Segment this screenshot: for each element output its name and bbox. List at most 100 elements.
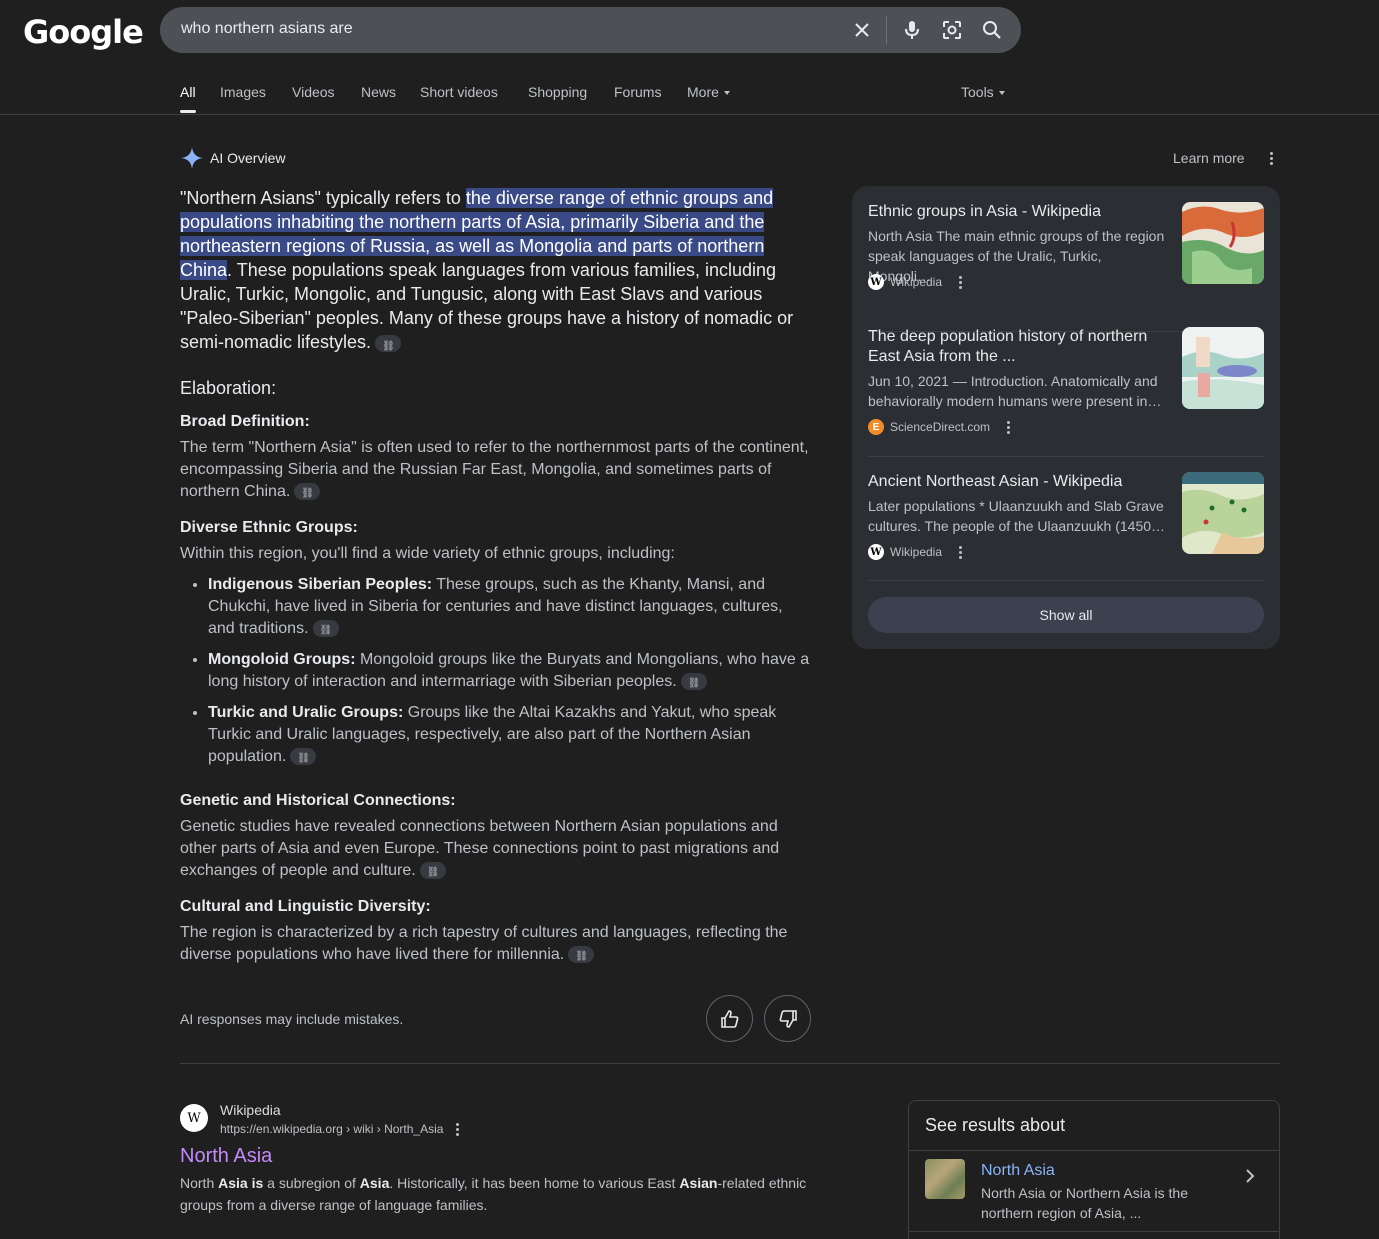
lead-text: "Northern Asians" typically refers to <box>180 188 466 208</box>
source-title[interactable]: Ancient Northeast Asian - Wikipedia <box>868 472 1168 492</box>
more-options-icon[interactable] <box>455 1123 459 1137</box>
tab-more[interactable]: More <box>687 84 730 100</box>
snippet-text: North <box>180 1175 219 1191</box>
cultural-text: The region is characterized by a rich ta… <box>180 922 812 968</box>
diverse-groups-heading: Diverse Ethnic Groups: <box>180 519 358 536</box>
diverse-groups-text: Within this region, you'll find a wide v… <box>180 545 675 562</box>
source-name: Wikipedia <box>890 275 943 289</box>
section-divider <box>180 1063 1280 1064</box>
source-title[interactable]: The deep population history of northern … <box>868 327 1168 367</box>
link-chip-icon[interactable] <box>568 946 595 968</box>
sources-panel: Ethnic groups in Asia - Wikipedia North … <box>852 186 1280 649</box>
link-chip-icon[interactable] <box>419 862 446 884</box>
ai-disclaimer: AI responses may include mistakes. <box>180 1011 404 1027</box>
source-card[interactable]: Ethnic groups in Asia - Wikipedia North … <box>868 202 1264 332</box>
result-snippet: North Asia is a subregion of Asia. Histo… <box>180 1172 820 1216</box>
lens-icon[interactable] <box>940 18 964 42</box>
source-name: Wikipedia <box>890 545 943 559</box>
link-chip-icon[interactable] <box>312 620 339 642</box>
link-chip-icon[interactable] <box>294 483 321 505</box>
tab-videos[interactable]: Videos <box>292 84 335 100</box>
source-attribution: W Wikipedia <box>868 544 962 560</box>
ai-overview-lead: "Northern Asians" typically refers to th… <box>180 186 812 359</box>
thumbs-up-button[interactable] <box>706 995 753 1042</box>
result-url-text: https://en.wikipedia.org › wiki › North_… <box>220 1122 444 1136</box>
tools-button[interactable]: Tools <box>961 84 1005 100</box>
search-input[interactable]: who northern asians are <box>181 20 353 38</box>
search-bar[interactable]: who northern asians are <box>160 7 1021 53</box>
north-asia-thumbnail[interactable] <box>925 1159 965 1199</box>
more-options-icon[interactable] <box>958 545 962 559</box>
thumbs-down-icon <box>779 1009 797 1028</box>
more-options-icon[interactable] <box>958 275 962 289</box>
more-options-icon[interactable] <box>1269 152 1273 165</box>
learn-more-link[interactable]: Learn more <box>1173 150 1245 166</box>
tab-forums[interactable]: Forums <box>614 84 661 100</box>
source-card[interactable]: Ancient Northeast Asian - Wikipedia Late… <box>868 472 1264 581</box>
card-divider <box>868 456 1264 457</box>
list-item-title: Mongoloid Groups: <box>208 651 356 668</box>
ethnic-groups-list: Indigenous Siberian Peoples: These group… <box>180 574 812 770</box>
card-divider <box>868 580 1264 581</box>
microphone-icon[interactable] <box>900 18 924 42</box>
wikipedia-icon: W <box>180 1104 208 1132</box>
result-site-name[interactable]: Wikipedia <box>220 1102 281 1118</box>
search-icon[interactable] <box>980 18 1004 42</box>
wikipedia-icon: W <box>868 544 884 560</box>
figure-thumbnail[interactable] <box>1182 327 1264 409</box>
tab-all[interactable]: All <box>180 84 196 113</box>
see-results-heading: See results about <box>925 1115 1066 1135</box>
clear-icon[interactable] <box>850 18 874 42</box>
genetic-text: Genetic studies have revealed connection… <box>180 816 812 884</box>
result-url[interactable]: https://en.wikipedia.org › wiki › North_… <box>220 1122 459 1137</box>
thumbs-down-button[interactable] <box>764 995 811 1042</box>
source-card[interactable]: The deep population history of northern … <box>868 327 1264 457</box>
broad-definition-text: The term "Northern Asia" is often used t… <box>180 437 812 505</box>
link-chip-icon[interactable] <box>680 673 707 695</box>
snippet-bold: Asia is <box>218 1175 264 1191</box>
tab-images[interactable]: Images <box>220 84 266 100</box>
north-asia-link[interactable]: North Asia <box>981 1162 1055 1180</box>
list-item-title: Turkic and Uralic Groups: <box>208 704 404 721</box>
chevron-right-icon[interactable] <box>1245 1167 1255 1188</box>
show-all-button[interactable]: Show all <box>868 597 1264 633</box>
source-snippet: Jun 10, 2021 — Introduction. Anatomicall… <box>868 373 1162 409</box>
snippet-bold: Asian <box>679 1175 718 1191</box>
source-attribution: W Wikipedia <box>868 274 962 290</box>
snippet-bold: Asia <box>359 1175 390 1191</box>
snippet-text: . Historically, it has been home to vari… <box>389 1175 680 1191</box>
thumbs-up-icon <box>720 1009 738 1028</box>
north-asia-description: North Asia or Northern Asia is the north… <box>981 1185 1188 1221</box>
tools-label: Tools <box>961 84 994 100</box>
sciencedirect-icon: E <box>868 419 884 435</box>
caret-down-icon <box>998 91 1005 96</box>
result-title-link[interactable]: North Asia <box>180 1145 272 1168</box>
tab-shopping[interactable]: Shopping <box>528 84 587 100</box>
tab-news[interactable]: News <box>361 84 396 100</box>
source-title[interactable]: Ethnic groups in Asia - Wikipedia <box>868 202 1168 222</box>
more-options-icon[interactable] <box>1006 420 1010 434</box>
genetic-copy: Genetic studies have revealed connection… <box>180 818 780 879</box>
google-logo[interactable]: Google <box>23 13 144 51</box>
map-thumbnail[interactable] <box>1182 202 1264 284</box>
source-snippet: Later populations * Ulaanzuukh and Slab … <box>868 498 1166 534</box>
list-item: Indigenous Siberian Peoples: These group… <box>208 574 812 642</box>
cultural-copy: The region is characterized by a rich ta… <box>180 924 788 963</box>
broad-definition-heading: Broad Definition: <box>180 413 310 430</box>
tab-short-videos[interactable]: Short videos <box>420 84 498 100</box>
panel-divider <box>909 1231 1279 1232</box>
wikipedia-icon: W <box>868 274 884 290</box>
cultural-heading: Cultural and Linguistic Diversity: <box>180 898 431 915</box>
caret-down-icon <box>723 91 730 96</box>
broad-definition-copy: The term "Northern Asia" is often used t… <box>180 439 809 500</box>
list-item-title: Indigenous Siberian Peoples: <box>208 576 433 593</box>
source-attribution: E ScienceDirect.com <box>868 419 1010 435</box>
see-results-about-panel: See results about North Asia North Asia … <box>908 1100 1280 1239</box>
elaboration-heading: Elaboration: <box>180 378 277 398</box>
link-chip-icon[interactable] <box>375 334 402 359</box>
panel-divider <box>909 1150 1279 1151</box>
search-divider <box>886 16 887 44</box>
ai-overview-body: "Northern Asians" typically refers to th… <box>180 186 812 968</box>
link-chip-icon[interactable] <box>290 748 317 770</box>
map-thumbnail[interactable] <box>1182 472 1264 554</box>
